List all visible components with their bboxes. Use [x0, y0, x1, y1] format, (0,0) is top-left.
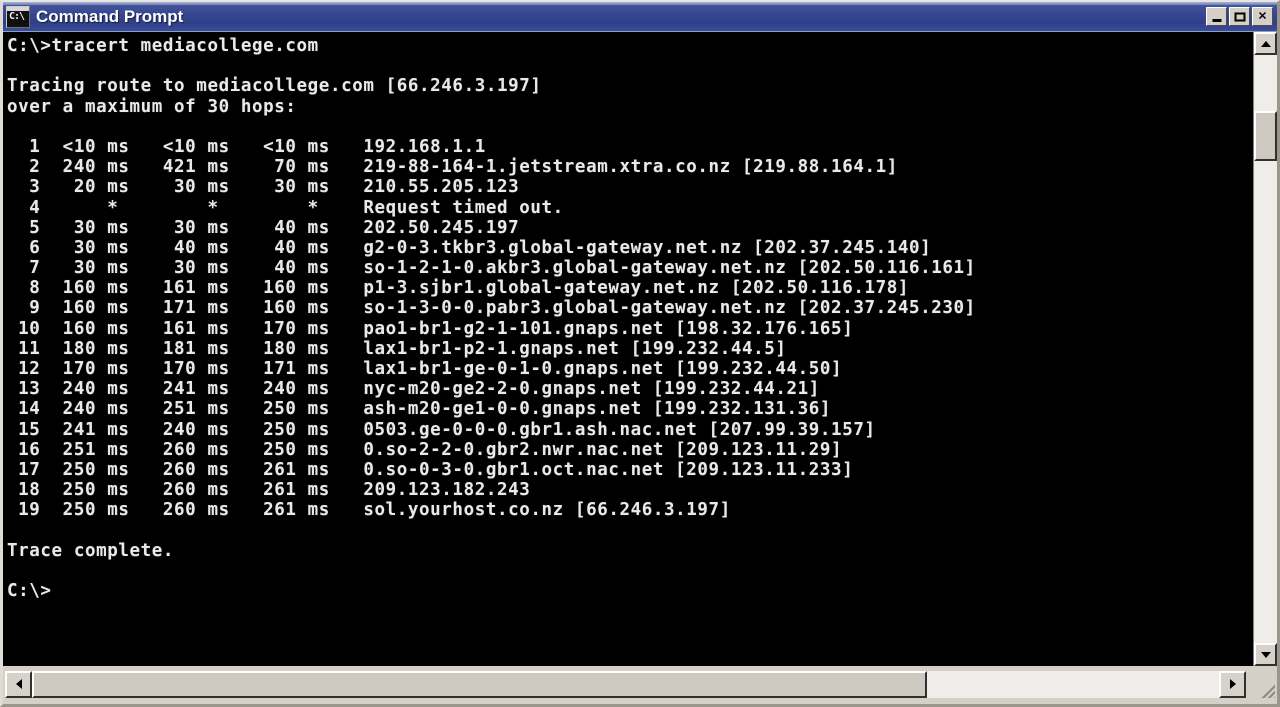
trace-header-line: over a maximum of 30 hops: — [7, 96, 297, 117]
scroll-left-button[interactable] — [5, 670, 32, 698]
hop-row: 5 30 ms 30 ms 40 ms 202.50.245.197 — [7, 217, 520, 238]
hop-row: 15 241 ms 240 ms 250 ms 0503.ge-0-0-0.gb… — [7, 419, 876, 440]
hop-row: 13 240 ms 241 ms 240 ms nyc-m20-ge2-2-0.… — [7, 379, 820, 400]
maximize-button[interactable] — [1229, 7, 1250, 26]
scroll-down-button[interactable] — [1254, 643, 1277, 666]
scroll-left-arrow-icon — [15, 679, 22, 689]
maximize-icon — [1234, 12, 1245, 21]
hop-row: 16 251 ms 260 ms 250 ms 0.so-2-2-0.gbr2.… — [7, 439, 843, 460]
hop-row: 4 * * * Request timed out. — [7, 197, 564, 218]
hop-row: 19 250 ms 260 ms 261 ms sol.yourhost.co.… — [7, 500, 731, 521]
scroll-up-arrow-icon — [1260, 40, 1271, 47]
close-button[interactable]: ✕ — [1252, 7, 1273, 26]
console-output[interactable]: C:\>tracert mediacollege.com Tracing rou… — [3, 32, 1253, 666]
hop-row: 11 180 ms 181 ms 180 ms lax1-br1-p2-1.gn… — [7, 338, 787, 359]
command-line: C:\>tracert mediacollege.com — [7, 36, 319, 56]
horizontal-scrollbar[interactable] — [5, 670, 1246, 698]
cmd-window-icon[interactable]: C:\ — [6, 5, 30, 28]
hop-row: 10 160 ms 161 ms 170 ms pao1-br1-g2-1-10… — [7, 318, 854, 339]
hop-row: 8 160 ms 161 ms 160 ms p1-3.sjbr1.global… — [7, 278, 910, 299]
hop-row: 14 240 ms 251 ms 250 ms ash-m20-ge1-0-0.… — [7, 399, 832, 420]
scroll-right-button[interactable] — [1219, 670, 1246, 698]
console-row: C:\>tracert mediacollege.com Tracing rou… — [3, 32, 1277, 666]
final-prompt-line: C:\> — [7, 581, 52, 602]
hop-row: 1 <10 ms <10 ms <10 ms 192.168.1.1 — [7, 136, 486, 157]
hop-row: 9 160 ms 171 ms 160 ms so-1-3-0-0.pabr3.… — [7, 298, 976, 319]
hop-row: 18 250 ms 260 ms 261 ms 209.123.182.243 — [7, 480, 531, 501]
hop-row: 2 240 ms 421 ms 70 ms 219-88-164-1.jetst… — [7, 157, 898, 178]
horizontal-scrollbar-row — [3, 666, 1277, 704]
vertical-scroll-track[interactable] — [1254, 55, 1277, 643]
hop-row: 12 170 ms 170 ms 171 ms lax1-br1-ge-0-1-… — [7, 359, 843, 379]
scroll-down-arrow-icon — [1260, 651, 1271, 658]
close-icon: ✕ — [1257, 10, 1268, 22]
hop-row: 3 20 ms 30 ms 30 ms 210.55.205.123 — [7, 177, 520, 198]
window-client-area: C:\>tracert mediacollege.com Tracing rou… — [3, 32, 1277, 704]
resize-grip[interactable] — [1248, 670, 1275, 698]
vertical-scrollbar[interactable] — [1253, 32, 1277, 666]
titlebar[interactable]: C:\ Command Prompt ✕ — [3, 2, 1277, 32]
vertical-scroll-thumb[interactable] — [1254, 111, 1277, 161]
hop-row: 7 30 ms 30 ms 40 ms so-1-2-1-0.akbr3.glo… — [7, 258, 976, 279]
trace-header-line: Tracing route to mediacollege.com [66.24… — [7, 76, 542, 97]
trace-complete-line: Trace complete. — [7, 540, 175, 561]
minimize-button[interactable] — [1206, 7, 1227, 26]
scroll-right-arrow-icon — [1229, 679, 1236, 689]
window-title: Command Prompt — [36, 6, 184, 26]
hop-row: 6 30 ms 40 ms 40 ms g2-0-3.tkbr3.global-… — [7, 237, 932, 258]
command-prompt-window: C:\ Command Prompt ✕ C:\>tracert mediaco… — [0, 0, 1280, 707]
horizontal-scroll-track[interactable] — [32, 670, 1219, 698]
cmd-icon-prompt-text: C:\ — [9, 10, 25, 22]
scroll-up-button[interactable] — [1254, 32, 1277, 55]
minimize-icon — [1212, 19, 1221, 22]
window-controls: ✕ — [1206, 7, 1273, 26]
hop-row: 17 250 ms 260 ms 261 ms 0.so-0-3-0.gbr1.… — [7, 459, 854, 480]
horizontal-scroll-thumb[interactable] — [32, 670, 927, 698]
